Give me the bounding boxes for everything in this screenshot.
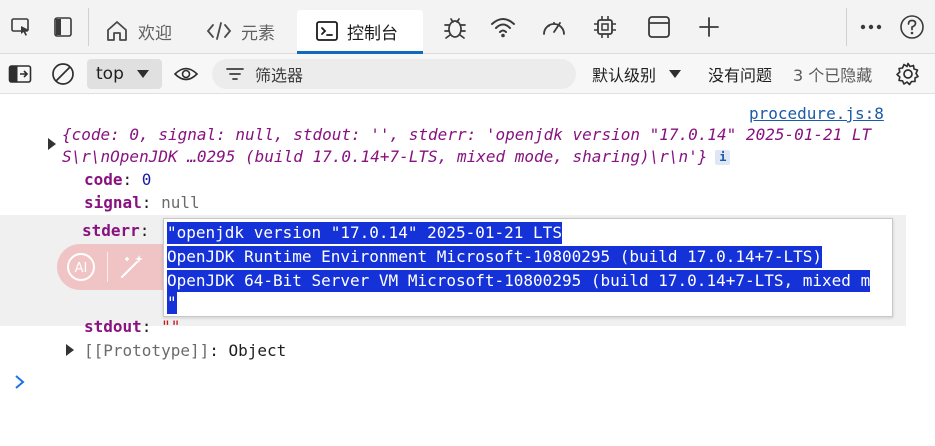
tab-elements-label: 元素 [241,23,275,44]
stderr-line-1[interactable]: "openjdk version "17.0.14" 2025-01-21 LT… [167,222,562,244]
network-wifi-icon[interactable] [486,0,520,54]
tab-elements[interactable]: 元素 [205,10,275,52]
object-summary-text: S\r\nOpenJDK …0295 (build 17.0.14+7-LTS,… [62,147,708,166]
console-prompt-icon[interactable] [14,374,26,394]
console-output: procedure.js:8 {code: 0, signal: null, s… [0,94,935,446]
tabbar-divider [88,8,89,46]
clear-console-icon[interactable] [51,54,75,94]
log-levels-dropdown[interactable]: 默认级别 [592,54,682,94]
context-selector[interactable]: top [87,59,162,89]
tab-console-label: 控制台 [347,23,398,44]
console-toolbar: top 筛选器 默认级别 没有问题 3 个已隐藏 [0,54,935,94]
expand-object-triangle[interactable] [48,138,56,150]
ai-icon[interactable]: AI [65,251,97,283]
prop-stdout-key: stdout [84,317,142,336]
log-levels-label: 默认级别 [592,66,657,85]
prop-stderr-key: stderr [82,221,140,240]
performance-gauge-icon[interactable] [537,0,571,54]
filter-placeholder: 筛选器 [255,66,304,85]
issues-label: 没有问题 [708,66,773,85]
prototype-value: Object [228,341,287,360]
stderr-line-2[interactable]: OpenJDK Runtime Environment Microsoft-10… [167,246,823,268]
console-settings-icon[interactable] [895,54,921,94]
live-expression-eye-icon[interactable] [173,54,199,94]
ai-pill-divider [107,252,108,282]
magic-wand-icon[interactable] [117,252,147,282]
prop-stdout: stdout: "" [84,317,181,336]
hidden-count-label: 3 个已隐藏 [793,66,873,85]
prop-prototype[interactable]: [[Prototype]]: Object [84,341,286,360]
memory-chip-icon[interactable] [588,0,622,54]
chevron-down-icon [669,70,682,78]
home-icon [107,21,127,41]
stderr-value-popup[interactable]: "openjdk version "17.0.14" 2025-01-21 LT… [163,218,893,317]
prototype-key: [[Prototype]] [84,341,210,360]
stderr-line-4[interactable]: " [167,292,177,314]
source-link[interactable]: procedure.js:8 [749,104,884,123]
help-icon[interactable] [897,0,927,54]
console-icon [316,21,338,41]
add-tab-icon[interactable] [692,0,726,54]
stderr-line-3[interactable]: OpenJDK 64-Bit Server VM Microsoft-10800… [167,270,871,292]
more-options-icon[interactable] [857,0,885,54]
tabbar-divider-right [846,8,847,46]
expand-prototype-triangle[interactable] [66,344,74,356]
tab-console[interactable]: 控制台 [297,10,423,54]
issues-button[interactable]: 没有问题 [708,54,772,94]
prop-code-value: 0 [141,170,152,189]
tab-welcome[interactable]: 欢迎 [104,10,172,52]
application-panel-icon[interactable] [642,0,676,54]
tab-welcome-label: 欢迎 [138,23,172,44]
object-summary-line-1[interactable]: {code: 0, signal: null, stdout: '', stde… [62,125,871,144]
prop-stdout-value: "" [161,317,181,336]
prop-signal-value: null [161,193,200,212]
hidden-count: 3 个已隐藏 [793,54,872,94]
sources-bug-icon[interactable] [438,0,472,54]
prop-signal-key: signal [84,193,142,212]
chevron-down-icon [136,70,149,78]
prop-stderr: stderr: [82,221,150,240]
devtools-tab-bar: 欢迎 元素 控制台 [0,0,935,54]
prop-code: code: 0 [84,170,152,189]
prop-code-key: code [84,170,123,189]
inspect-element-icon[interactable] [6,0,36,54]
prop-signal: signal: null [84,193,200,212]
info-badge-icon[interactable]: i [715,150,731,165]
object-summary-line-2[interactable]: S\r\nOpenJDK …0295 (build 17.0.14+7-LTS,… [62,147,731,166]
ai-label: AI [75,261,88,276]
toggle-sidebar-icon[interactable] [8,54,32,94]
context-value: top [96,64,124,84]
filter-icon [226,68,244,80]
filter-input[interactable]: 筛选器 [212,59,576,89]
code-icon [206,22,232,40]
toggle-device-icon[interactable] [48,0,78,54]
